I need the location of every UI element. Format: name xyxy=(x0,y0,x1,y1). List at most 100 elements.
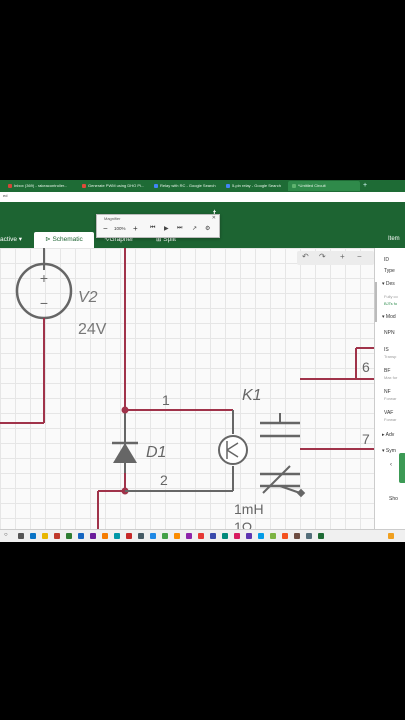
previous-icon[interactable]: ⏮ xyxy=(150,225,155,232)
undo-button[interactable]: ↶ xyxy=(302,252,309,261)
source-value[interactable]: 24V xyxy=(78,321,107,338)
redo-button[interactable]: ↷ xyxy=(319,252,326,261)
schematic-icon: ⊳ xyxy=(45,236,51,243)
app-icon[interactable] xyxy=(258,533,264,539)
task-view-icon[interactable] xyxy=(18,533,24,539)
properties-title: Item xyxy=(388,236,400,242)
relay-label[interactable]: K1 xyxy=(242,387,262,404)
gmail-icon xyxy=(8,183,12,188)
app-icon[interactable] xyxy=(306,533,312,539)
relay-coil-symbol[interactable] xyxy=(218,435,248,465)
prop-vaf-label: VAF xyxy=(384,410,394,416)
tab-schematic[interactable]: ⊳ Schematic xyxy=(34,232,94,248)
prop-nf-label: NF xyxy=(384,389,391,395)
play-icon[interactable]: ▶ xyxy=(164,225,169,232)
app-icon[interactable] xyxy=(66,533,72,539)
properties-scrollbar[interactable] xyxy=(375,282,377,322)
relay-terminal[interactable] xyxy=(296,488,306,498)
youtube-icon xyxy=(82,183,86,188)
app-icon[interactable] xyxy=(54,533,60,539)
canvas-edit-toolbar: ↶ ↷ + − xyxy=(297,251,374,265)
app-icon[interactable] xyxy=(138,533,144,539)
source-label[interactable]: V2 xyxy=(78,289,98,306)
next-icon[interactable]: ⏭ xyxy=(177,225,182,232)
relay-inductance[interactable]: 1mH xyxy=(234,501,264,517)
app-icon[interactable] xyxy=(222,533,228,539)
prop-bf-desc: Max for xyxy=(384,375,398,380)
everycircuit-icon xyxy=(292,183,296,188)
app-icon[interactable] xyxy=(114,533,120,539)
app-icon[interactable] xyxy=(186,533,192,539)
chevron-left-icon[interactable]: ‹ xyxy=(390,462,392,468)
browser-tab[interactable]: 5-pin relay - Google Search xyxy=(222,181,286,191)
app-icon[interactable] xyxy=(198,533,204,539)
browser-tab-strip: Inbox (369) - rakeacontroller... Generat… xyxy=(0,180,405,192)
pin-6-label: 6 xyxy=(362,359,370,375)
app-icon[interactable] xyxy=(210,533,216,539)
app-icon[interactable] xyxy=(150,533,156,539)
app-icon[interactable] xyxy=(294,533,300,539)
node-2-label: 2 xyxy=(160,472,168,488)
circuit-diagram[interactable]: + − V2 24V 1 D1 2 K1 6 7 1mH 1Ω xyxy=(0,248,374,532)
symbol-preview[interactable] xyxy=(399,453,405,483)
zoom-level: 100% xyxy=(114,226,126,231)
app-icon[interactable] xyxy=(174,533,180,539)
app-icon[interactable] xyxy=(270,533,276,539)
edge-icon[interactable] xyxy=(30,533,36,539)
browser-tab-active[interactable]: *Untitled Circuit xyxy=(288,181,360,191)
zoom-in-button[interactable]: + xyxy=(133,224,138,233)
app-icon[interactable] xyxy=(126,533,132,539)
diode-symbol[interactable] xyxy=(113,443,137,463)
prop-type-label: Type xyxy=(384,268,395,274)
app-icon[interactable] xyxy=(102,533,108,539)
address-text: ed xyxy=(3,193,8,198)
app-icon[interactable] xyxy=(162,533,168,539)
magnifier-title: Magnifier xyxy=(104,216,121,221)
prop-description-link[interactable]: BJTs fo xyxy=(384,301,397,306)
interactive-dropdown[interactable]: active ▾ xyxy=(0,232,22,248)
app-icon[interactable] xyxy=(318,533,324,539)
app-icon[interactable] xyxy=(78,533,84,539)
google-icon xyxy=(226,183,230,188)
screenshot-area: Inbox (369) - rakeacontroller... Generat… xyxy=(0,180,405,542)
prop-nf-desc: Forwar xyxy=(384,396,397,401)
search-icon[interactable]: ○ xyxy=(4,532,8,538)
model-select[interactable]: NPN xyxy=(384,330,395,336)
properties-panel: ID Type ▾ Des Fully co BJTs fo ▾ Mod NPN… xyxy=(374,248,405,532)
close-icon[interactable]: ✕ xyxy=(212,215,216,221)
minus-sign: − xyxy=(40,295,48,311)
app-icon[interactable] xyxy=(246,533,252,539)
section-description[interactable]: ▾ Des xyxy=(382,281,395,287)
browser-tab[interactable]: Relay with RC - Google Search xyxy=(150,181,220,191)
google-icon xyxy=(154,183,158,188)
prop-description: Fully co xyxy=(384,294,398,299)
prop-bf-label: BF xyxy=(384,368,391,374)
prop-is-label: IS xyxy=(384,347,389,353)
node-1-label: 1 xyxy=(162,392,170,408)
pin-7-label: 7 xyxy=(362,431,370,447)
prop-id-label: ID xyxy=(384,257,389,263)
prop-is-desc: Transp xyxy=(384,354,397,359)
settings-icon[interactable]: ⚙ xyxy=(205,225,210,232)
app-icon[interactable] xyxy=(282,533,288,539)
prop-vaf-desc: Forwar xyxy=(384,417,397,422)
browser-tab[interactable]: Generate PWM using DHO Pi... xyxy=(78,181,148,191)
prop-show-label: Sho xyxy=(389,496,398,502)
section-symbol[interactable]: ▾ Sym xyxy=(382,448,396,454)
app-icon[interactable] xyxy=(90,533,96,539)
follow-mouse-icon[interactable]: ↗ xyxy=(192,225,197,232)
zoom-out-button[interactable]: − xyxy=(357,252,362,261)
magnifier-window[interactable]: Magnifier ✕ − 100% + ⏮ ▶ ⏭ ↗ ⚙ xyxy=(96,214,220,238)
diode-label[interactable]: D1 xyxy=(146,444,166,461)
app-icon[interactable] xyxy=(234,533,240,539)
zoom-in-button[interactable]: + xyxy=(340,252,345,261)
browser-tab[interactable]: Inbox (369) - rakeacontroller... xyxy=(4,181,76,191)
system-tray-icon[interactable] xyxy=(388,533,394,539)
section-model[interactable]: ▾ Mod xyxy=(382,314,396,320)
new-tab-button[interactable]: + xyxy=(363,181,367,191)
schematic-canvas[interactable]: + − V2 24V 1 D1 2 K1 6 7 1mH 1Ω ↶ ↷ + − xyxy=(0,248,374,532)
zoom-out-button[interactable]: − xyxy=(103,224,108,233)
section-advanced[interactable]: ▸ Adv xyxy=(382,432,394,438)
folder-icon[interactable] xyxy=(42,533,48,539)
plus-sign: + xyxy=(40,270,48,286)
